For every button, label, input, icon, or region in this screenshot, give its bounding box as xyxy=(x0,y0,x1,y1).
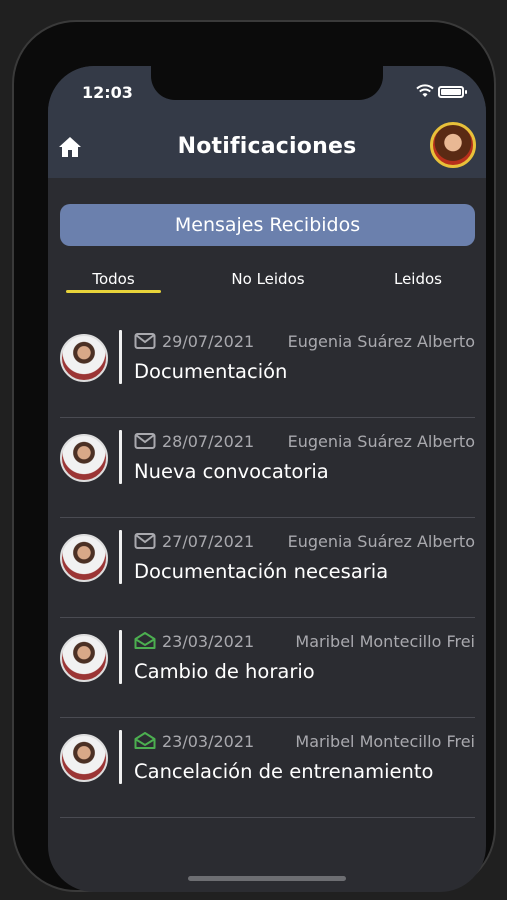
message-sender: Maribel Montecillo Frei xyxy=(295,732,475,751)
envelope-open-icon xyxy=(134,732,156,749)
notch xyxy=(151,66,383,100)
message-item[interactable]: 29/07/2021 Eugenia Suárez Alberto Docume… xyxy=(60,318,475,418)
battery-icon xyxy=(438,86,467,98)
message-subject: Cancelación de entrenamiento xyxy=(134,760,434,783)
message-date: 23/03/2021 xyxy=(162,732,255,751)
envelope-open-icon xyxy=(134,632,156,649)
message-sender: Eugenia Suárez Alberto xyxy=(287,432,475,451)
message-item[interactable]: 28/07/2021 Eugenia Suárez Alberto Nueva … xyxy=(60,418,475,518)
item-divider xyxy=(119,630,122,684)
app-screen: 12:03 Notificaciones Mensajes Recibidos … xyxy=(48,66,486,892)
sender-avatar xyxy=(60,734,108,782)
tab-selected-underline xyxy=(66,290,161,293)
item-divider xyxy=(119,330,122,384)
envelope-closed-icon xyxy=(134,333,156,349)
message-subject: Documentación necesaria xyxy=(134,560,389,583)
sender-avatar xyxy=(60,334,108,382)
item-divider xyxy=(119,730,122,784)
phone-frame: 12:03 Notificaciones Mensajes Recibidos … xyxy=(12,20,496,892)
message-date: 28/07/2021 xyxy=(162,432,255,451)
sender-avatar xyxy=(60,634,108,682)
message-subject: Cambio de horario xyxy=(134,660,315,683)
item-divider xyxy=(119,430,122,484)
app-header: Notificaciones xyxy=(48,122,486,178)
message-sender: Eugenia Suárez Alberto xyxy=(287,532,475,551)
message-date: 27/07/2021 xyxy=(162,532,255,551)
message-subject: Documentación xyxy=(134,360,288,383)
message-item[interactable]: 27/07/2021 Eugenia Suárez Alberto Docume… xyxy=(60,518,475,618)
message-item[interactable]: 23/03/2021 Maribel Montecillo Frei Cambi… xyxy=(60,618,475,718)
message-date: 23/03/2021 xyxy=(162,632,255,651)
profile-avatar[interactable] xyxy=(430,122,476,168)
message-date: 29/07/2021 xyxy=(162,332,255,351)
message-subject: Nueva convocatoria xyxy=(134,460,329,483)
item-divider xyxy=(119,530,122,584)
message-item[interactable]: 23/03/2021 Maribel Montecillo Frei Cance… xyxy=(60,718,475,818)
tab-leidos[interactable]: Leidos xyxy=(378,270,458,288)
message-sender: Eugenia Suárez Alberto xyxy=(287,332,475,351)
message-sender: Maribel Montecillo Frei xyxy=(295,632,475,651)
wifi-icon xyxy=(416,84,434,97)
message-list: 29/07/2021 Eugenia Suárez Alberto Docume… xyxy=(60,318,475,818)
envelope-closed-icon xyxy=(134,533,156,549)
received-messages-banner: Mensajes Recibidos xyxy=(60,204,475,246)
envelope-closed-icon xyxy=(134,433,156,449)
page-title: Notificaciones xyxy=(177,134,357,159)
sender-avatar xyxy=(60,434,108,482)
filter-tabs: Todos No Leidos Leidos xyxy=(48,262,486,298)
tab-no-leidos[interactable]: No Leidos xyxy=(218,270,318,288)
tab-todos[interactable]: Todos xyxy=(66,270,161,288)
sender-avatar xyxy=(60,534,108,582)
home-indicator[interactable] xyxy=(188,876,346,881)
status-time: 12:03 xyxy=(82,83,133,102)
